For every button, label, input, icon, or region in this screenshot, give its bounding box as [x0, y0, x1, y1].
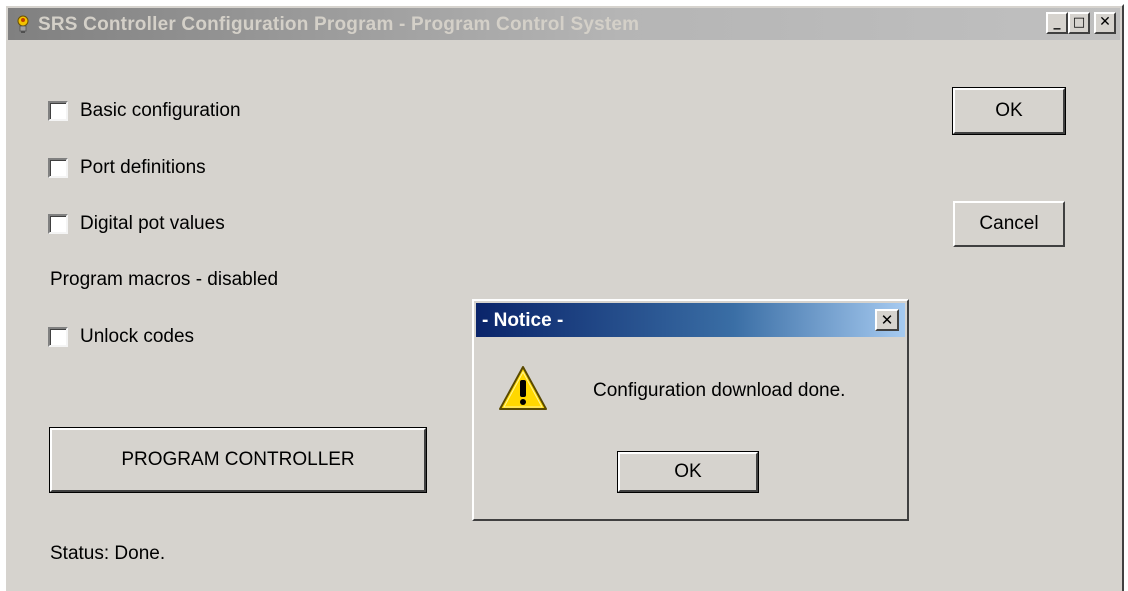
- checkbox-basic-configuration[interactable]: [48, 101, 68, 121]
- cancel-button[interactable]: Cancel: [953, 201, 1065, 247]
- window-title: SRS Controller Configuration Program - P…: [38, 14, 640, 35]
- option-unlock-codes[interactable]: Unlock codes: [48, 324, 194, 350]
- notice-close-button[interactable]: ✕: [875, 309, 899, 331]
- maximize-button[interactable]: □: [1068, 12, 1090, 34]
- status-text: Status: Done.: [50, 543, 166, 564]
- close-icon: ✕: [880, 311, 894, 329]
- notice-title: - Notice -: [482, 310, 564, 331]
- port-definitions-label: Port definitions: [80, 157, 206, 178]
- minimize-icon: _: [1053, 14, 1061, 30]
- cancel-button-label: Cancel: [979, 213, 1039, 234]
- close-icon: ✕: [1099, 14, 1111, 30]
- notice-ok-label: OK: [674, 461, 702, 482]
- lightbulb-icon: [17, 15, 29, 33]
- program-macros-text: Program macros - disabled: [50, 269, 279, 290]
- digital-pot-values-label: Digital pot values: [80, 213, 225, 234]
- checkbox-port-definitions[interactable]: [48, 158, 68, 178]
- option-digital-pot-values[interactable]: Digital pot values: [48, 211, 225, 237]
- maximize-icon: □: [1072, 15, 1086, 30]
- minimize-button[interactable]: _: [1046, 12, 1068, 34]
- program-controller-button[interactable]: PROGRAM CONTROLLER: [49, 427, 427, 493]
- unlock-codes-label: Unlock codes: [80, 326, 195, 347]
- checkbox-digital-pot-values[interactable]: [48, 214, 68, 234]
- option-basic-configuration[interactable]: Basic configuration: [48, 98, 241, 124]
- ok-button-label: OK: [995, 100, 1023, 121]
- option-port-definitions[interactable]: Port definitions: [48, 155, 206, 181]
- window-title-bar[interactable]: SRS Controller Configuration Program - P…: [8, 8, 1120, 40]
- notice-message: Configuration download done.: [593, 380, 846, 401]
- close-button[interactable]: ✕: [1094, 12, 1116, 34]
- notice-title-bar[interactable]: - Notice - ✕: [476, 303, 905, 337]
- notice-ok-button[interactable]: OK: [617, 451, 759, 493]
- basic-configuration-label: Basic configuration: [80, 100, 241, 121]
- program-controller-label: PROGRAM CONTROLLER: [121, 449, 355, 470]
- warning-icon: [499, 366, 547, 410]
- checkbox-unlock-codes[interactable]: [48, 327, 68, 347]
- ok-button[interactable]: OK: [952, 87, 1066, 135]
